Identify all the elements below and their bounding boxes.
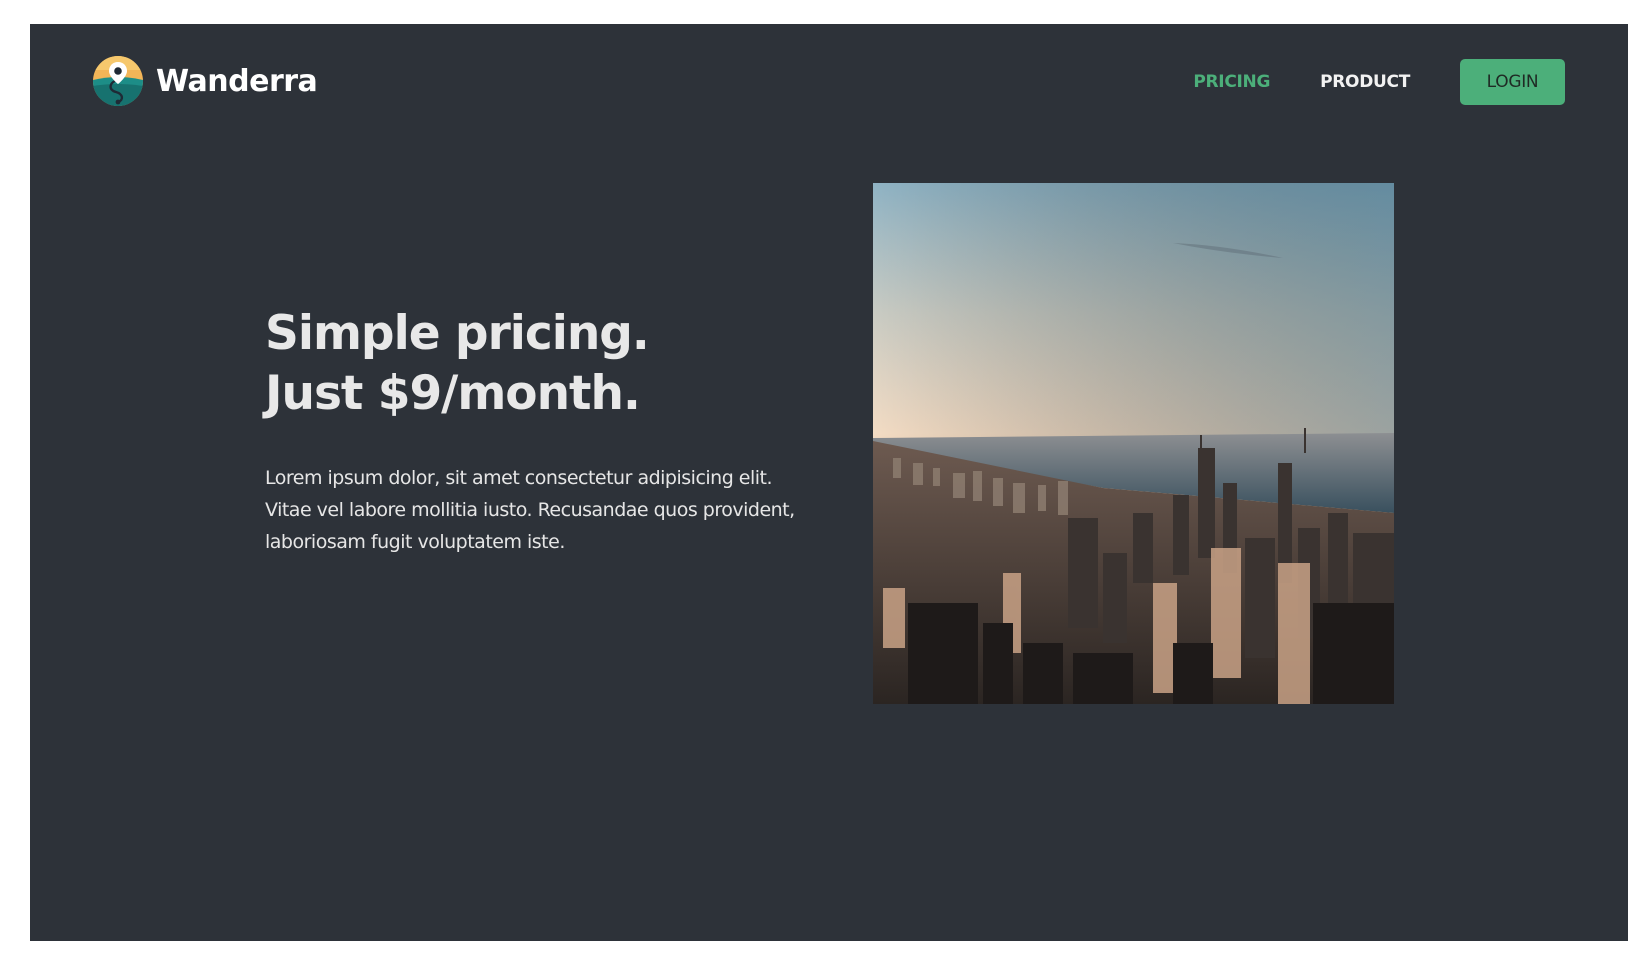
city-skyline-photo <box>873 183 1394 704</box>
page-frame: Wanderra PRICING PRODUCT LOGIN Simple pr… <box>30 24 1628 941</box>
top-nav: Wanderra PRICING PRODUCT LOGIN <box>30 24 1628 134</box>
hero-title-line-2: Just $9/month. <box>265 366 641 421</box>
nav-links: PRICING PRODUCT LOGIN <box>1193 59 1565 105</box>
nav-link-product[interactable]: PRODUCT <box>1320 72 1410 92</box>
nav-link-pricing[interactable]: PRICING <box>1193 72 1270 92</box>
login-button[interactable]: LOGIN <box>1460 59 1565 105</box>
brand-logo-link[interactable]: Wanderra <box>93 56 318 106</box>
brand-name: Wanderra <box>156 63 318 99</box>
map-pin-logo-icon <box>93 56 143 106</box>
hero-description: Lorem ipsum dolor, sit amet consectetur … <box>265 467 795 553</box>
hero-title: Simple pricing. Just $9/month. <box>265 304 650 424</box>
hero-title-line-1: Simple pricing. <box>265 306 650 361</box>
